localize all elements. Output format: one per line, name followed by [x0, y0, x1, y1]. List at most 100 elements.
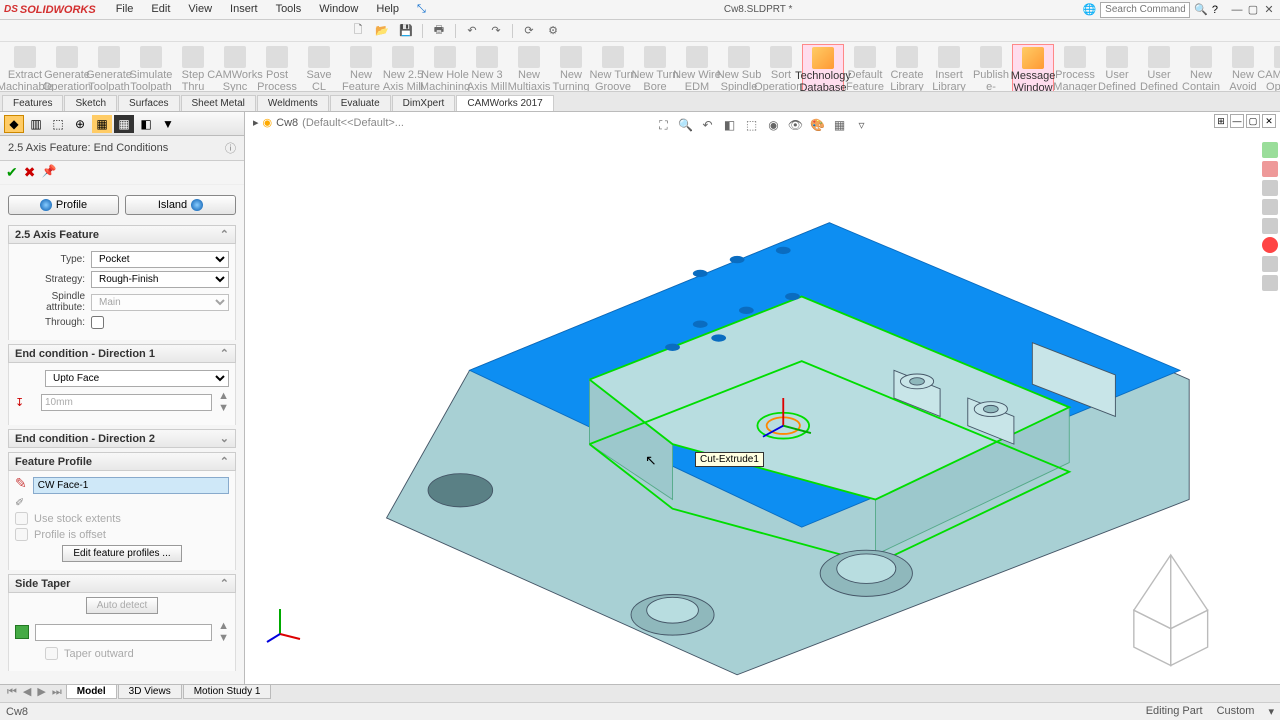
redo-icon[interactable]: ↷ [488, 23, 504, 39]
file-explorer-icon[interactable] [1262, 218, 1278, 234]
breadcrumb[interactable]: ▸ ◉ Cw8 (Default<<Default>... [253, 116, 404, 129]
ribbon-simulate-toolpath[interactable]: Simulate Toolpath [130, 44, 172, 92]
island-button[interactable]: Island [125, 195, 236, 215]
feature-tab-surfaces[interactable]: Surfaces [118, 95, 179, 111]
viewport[interactable]: ▸ ◉ Cw8 (Default<<Default>... ⛶ 🔍 ↶ ◧ ⬚ … [245, 112, 1280, 684]
ribbon-publish-e-drawing[interactable]: Publish e-Drawing [970, 44, 1012, 92]
custom-props-icon[interactable] [1262, 275, 1278, 291]
search-input[interactable] [1100, 2, 1190, 18]
undo-icon[interactable]: ↶ [464, 23, 480, 39]
view-orient-icon[interactable]: ⬚ [743, 116, 761, 134]
help-icon[interactable]: ? [1212, 4, 1218, 16]
section-axis-feature[interactable]: 2.5 Axis Feature⌃ [8, 225, 236, 244]
appearance-icon[interactable]: 🎨 [809, 116, 827, 134]
ribbon-message-window[interactable]: Message Window [1012, 44, 1054, 92]
new-doc-icon[interactable]: 🗋 [350, 23, 366, 39]
tab-model[interactable]: Model [66, 685, 117, 699]
minimize-icon[interactable]: — [1230, 3, 1244, 17]
search-globe-icon[interactable]: 🌐 [1082, 3, 1096, 16]
vp-close-icon[interactable]: ✕ [1262, 114, 1276, 128]
menu-insert[interactable]: Insert [222, 1, 266, 18]
hide-show-icon[interactable]: 👁 [787, 116, 805, 134]
vp-min-icon[interactable]: — [1230, 114, 1244, 128]
menu-edit[interactable]: Edit [143, 1, 178, 18]
feature-tab-camworks-2017[interactable]: CAMWorks 2017 [456, 95, 553, 111]
display-style-icon[interactable]: ◉ [765, 116, 783, 134]
end-condition-select[interactable]: Upto Face [45, 370, 229, 387]
confirm-icon[interactable] [1262, 142, 1278, 158]
ribbon-generate-toolpath[interactable]: Generate Toolpath [88, 44, 130, 92]
cam-tree-icon[interactable]: ▦ [92, 115, 112, 133]
config-icon[interactable]: ⬚ [48, 115, 68, 133]
ribbon-camworks-sync-manager[interactable]: CAMWorks Sync Manager [214, 44, 256, 92]
ribbon-camworks-options[interactable]: CAMWorks Options [1264, 44, 1280, 92]
zoom-fit-icon[interactable]: ⛶ [655, 116, 673, 134]
appearances-icon[interactable] [1262, 256, 1278, 272]
section-end-cond-1[interactable]: End condition - Direction 1⌃ [8, 344, 236, 363]
property-icon[interactable]: ▥ [26, 115, 46, 133]
menu-view[interactable]: View [180, 1, 220, 18]
design-lib-icon[interactable] [1262, 199, 1278, 215]
tab-last-icon[interactable]: ⏭ [49, 686, 65, 698]
tab-motion-study[interactable]: Motion Study 1 [183, 685, 272, 699]
feature-tab-evaluate[interactable]: Evaluate [330, 95, 391, 111]
feature-tab-features[interactable]: Features [2, 95, 63, 111]
tab-next-icon[interactable]: ▶ [34, 686, 48, 698]
feature-tree-icon[interactable]: ◆ [4, 115, 24, 133]
feature-tab-weldments[interactable]: Weldments [257, 95, 329, 111]
section-feature-profile[interactable]: Feature Profile⌃ [8, 452, 236, 471]
help-small-icon[interactable]: ⓘ [225, 140, 236, 156]
depth-input[interactable] [41, 394, 212, 411]
ribbon-save-cl-file[interactable]: Save CL File [298, 44, 340, 92]
resources-icon[interactable] [1262, 180, 1278, 196]
auto-detect-button[interactable]: Auto detect [86, 597, 159, 614]
section-end-cond-2[interactable]: End condition - Direction 2⌄ [8, 429, 236, 448]
ribbon-extract-machinable-features[interactable]: Extract Machinable Features [4, 44, 46, 92]
edit-profiles-button[interactable]: Edit feature profiles ... [62, 545, 181, 562]
vp-split-icon[interactable]: ⊞ [1214, 114, 1228, 128]
menu-help[interactable]: Help [368, 1, 407, 18]
filter-icon[interactable]: ▼ [158, 115, 178, 133]
zoom-area-icon[interactable]: 🔍 [677, 116, 695, 134]
status-units[interactable]: Custom [1217, 705, 1255, 718]
edit-sketch-icon[interactable]: ✐ [15, 496, 27, 509]
feature-tab-sheet-metal[interactable]: Sheet Metal [181, 95, 256, 111]
tab-first-icon[interactable]: ⏮ [4, 686, 20, 698]
ribbon-post-process[interactable]: Post Process [256, 44, 298, 92]
tab-prev-icon[interactable]: ◀ [20, 686, 34, 698]
print-icon[interactable]: 🖶 [431, 23, 447, 39]
ribbon-new-contain-area-[interactable]: New Contain Area... [1180, 44, 1222, 92]
reject-icon[interactable] [1262, 161, 1278, 177]
ok-button[interactable]: ✔ [6, 164, 18, 181]
close-icon[interactable]: ✕ [1262, 3, 1276, 17]
spinner-icon[interactable]: ▲▼ [218, 390, 229, 414]
ribbon-technology-database[interactable]: Technology Database [802, 44, 844, 92]
open-icon[interactable]: 📂 [374, 23, 390, 39]
ribbon-user-defined-tool-holder[interactable]: User Defined Tool/Holder [1096, 44, 1138, 92]
view-palette-icon[interactable] [1262, 237, 1278, 253]
expand-icon[interactable]: ▸ [253, 116, 259, 129]
cam-tool-icon[interactable]: ◧ [136, 115, 156, 133]
through-checkbox[interactable] [91, 316, 104, 329]
save-icon[interactable]: 💾 [398, 23, 414, 39]
view-settings-icon[interactable]: ▿ [853, 116, 871, 134]
menu-file[interactable]: File [108, 1, 142, 18]
ribbon-user-defined-tool-block[interactable]: User Defined Tool Block [1138, 44, 1180, 92]
ribbon-insert-library-object[interactable]: Insert Library Object [928, 44, 970, 92]
section-side-taper[interactable]: Side Taper⌃ [8, 574, 236, 593]
menu-tools[interactable]: Tools [268, 1, 310, 18]
rebuild-icon[interactable]: ⟳ [521, 23, 537, 39]
feature-tab-dimxpert[interactable]: DimXpert [392, 95, 456, 111]
strategy-select[interactable]: Rough-Finish [91, 271, 229, 288]
ribbon-new-wire-edm-operations[interactable]: New Wire EDM Operations [676, 44, 718, 92]
vp-max-icon[interactable]: ▢ [1246, 114, 1260, 128]
taper-input[interactable] [35, 624, 212, 641]
profile-button[interactable]: Profile [8, 195, 119, 215]
ribbon-default-feature-strategies[interactable]: Default Feature Strategies [844, 44, 886, 92]
profile-list-item[interactable]: CW Face-1 [33, 477, 229, 494]
menu-window[interactable]: Window [311, 1, 366, 18]
taper-spinner-icon[interactable]: ▲▼ [218, 620, 229, 644]
prev-view-icon[interactable]: ↶ [699, 116, 717, 134]
menu-pin-icon[interactable]: ⤡ [409, 1, 434, 18]
dim-icon[interactable]: ⊕ [70, 115, 90, 133]
